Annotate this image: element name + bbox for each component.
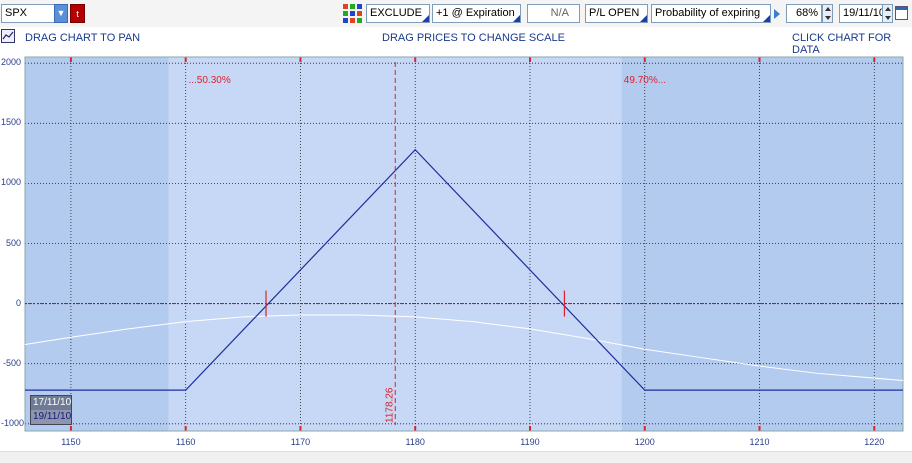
left-probability-label: ...50.30% bbox=[188, 75, 230, 86]
date-to: 19/11/10 bbox=[31, 410, 72, 424]
pl-chart[interactable]: ...50.30% 49.70%... 1178.26 bbox=[0, 0, 912, 463]
date-from: 17/11/10 bbox=[33, 397, 72, 408]
date-legend: 17/11/10 19/11/10 bbox=[30, 395, 72, 425]
status-bar bbox=[0, 451, 912, 463]
current-price-label: 1178.26 bbox=[384, 387, 395, 423]
right-probability-label: 49.70%... bbox=[624, 75, 666, 86]
